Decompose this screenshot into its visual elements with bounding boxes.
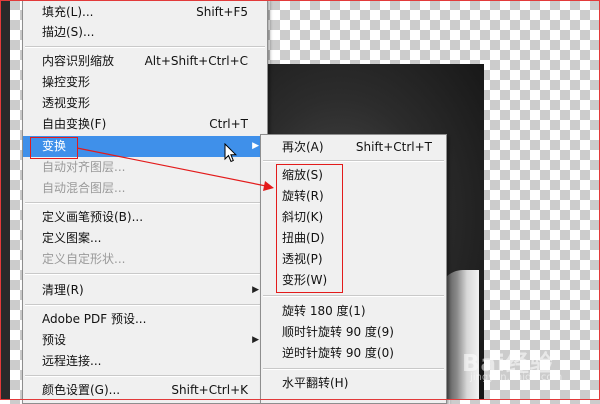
menu-item-define-pattern[interactable]: 定义图案... bbox=[23, 228, 267, 249]
menu-item-scale[interactable]: 缩放(S) bbox=[261, 165, 446, 186]
canvas-left-strip bbox=[0, 0, 10, 400]
menu-item-label: 顺时针旋转 90 度(9) bbox=[282, 325, 394, 339]
menu-item-label: 水平翻转(H) bbox=[282, 376, 349, 390]
menu-item-color-settings[interactable]: 颜色设置(G)... Shift+Ctrl+K bbox=[23, 380, 267, 401]
menu-item-skew[interactable]: 斜切(K) bbox=[261, 207, 446, 228]
menu-item-label: 颜色设置(G)... bbox=[42, 383, 121, 397]
menu-separator bbox=[25, 202, 265, 204]
menu-item-label: 逆时针旋转 90 度(0) bbox=[282, 346, 394, 360]
menu-item-label: 清理(R) bbox=[42, 283, 84, 297]
submenu-arrow-icon: ▶ bbox=[252, 285, 259, 295]
menu-item-label: 透视(P) bbox=[282, 252, 323, 266]
edit-menu: 填充(L)... Shift+F5 描边(S)... 内容识别缩放 Alt+Sh… bbox=[22, 0, 268, 404]
menu-item-label: 扭曲(D) bbox=[282, 231, 325, 245]
menu-item-label: 描边(S)... bbox=[42, 25, 95, 39]
menu-item-label: Adobe PDF 预设... bbox=[42, 312, 147, 326]
menu-separator bbox=[263, 160, 444, 162]
menu-item-label: 定义画笔预设(B)... bbox=[42, 210, 144, 224]
menu-item-label: 斜切(K) bbox=[282, 210, 324, 224]
menu-separator bbox=[263, 295, 444, 297]
menu-item-auto-blend-layers: 自动混合图层... bbox=[23, 178, 267, 199]
menu-separator bbox=[25, 375, 265, 377]
menu-item-rotate[interactable]: 旋转(R) bbox=[261, 186, 446, 207]
menu-item-define-custom-shape: 定义自定形状... bbox=[23, 249, 267, 270]
menu-item-puppet-warp[interactable]: 操控变形 bbox=[23, 72, 267, 93]
menu-item-fill[interactable]: 填充(L)... Shift+F5 bbox=[23, 2, 267, 23]
menu-item-again[interactable]: 再次(A) Shift+Ctrl+T bbox=[261, 137, 446, 158]
menu-item-warp[interactable]: 变形(W) bbox=[261, 270, 446, 291]
menu-item-perspective-warp[interactable]: 透视变形 bbox=[23, 93, 267, 114]
menu-item-label: 自动对齐图层... bbox=[42, 160, 126, 174]
menu-item-label: 远程连接... bbox=[42, 354, 102, 368]
menu-item-distort[interactable]: 扭曲(D) bbox=[261, 228, 446, 249]
menu-separator bbox=[263, 368, 444, 370]
menu-item-shortcut: Alt+Shift+Ctrl+C bbox=[144, 54, 248, 68]
menu-item-label: 透视变形 bbox=[42, 96, 91, 110]
menu-item-label: 再次(A) bbox=[282, 140, 324, 154]
menu-item-shortcut: Ctrl+T bbox=[209, 117, 248, 131]
menu-item-flip-horizontal[interactable]: 水平翻转(H) bbox=[261, 373, 446, 394]
menu-item-rotate-90-cw[interactable]: 顺时针旋转 90 度(9) bbox=[261, 322, 446, 343]
menu-item-adobe-pdf-presets[interactable]: Adobe PDF 预设... bbox=[23, 309, 267, 330]
mouse-pointer-icon bbox=[224, 143, 238, 163]
menu-item-label: 填充(L)... bbox=[42, 5, 94, 19]
menu-item-purge[interactable]: 清理(R) ▶ bbox=[23, 280, 267, 301]
menu-item-label: 定义自定形状... bbox=[42, 252, 126, 266]
menu-item-content-aware-scale[interactable]: 内容识别缩放 Alt+Shift+Ctrl+C bbox=[23, 51, 267, 72]
submenu-arrow-icon: ▶ bbox=[252, 335, 259, 345]
menu-item-perspective[interactable]: 透视(P) bbox=[261, 249, 446, 270]
menu-item-presets[interactable]: 预设 ▶ bbox=[23, 330, 267, 351]
menu-item-label: 旋转(R) bbox=[282, 189, 324, 203]
menu-item-free-transform[interactable]: 自由变换(F) Ctrl+T bbox=[23, 114, 267, 135]
menu-item-rotate-180[interactable]: 旋转 180 度(1) bbox=[261, 301, 446, 322]
menu-item-label: 变换 bbox=[42, 139, 67, 153]
menu-item-label: 变形(W) bbox=[282, 273, 328, 287]
menu-separator bbox=[25, 304, 265, 306]
menu-item-rotate-90-ccw[interactable]: 逆时针旋转 90 度(0) bbox=[261, 343, 446, 364]
menu-item-label: 预设 bbox=[42, 333, 67, 347]
menu-item-define-brush-preset[interactable]: 定义画笔预设(B)... bbox=[23, 207, 267, 228]
menu-item-remote-connections[interactable]: 远程连接... bbox=[23, 351, 267, 372]
menu-item-label: 旋转 180 度(1) bbox=[282, 304, 366, 318]
menu-item-shortcut: Shift+F5 bbox=[196, 5, 248, 19]
menu-item-label: 缩放(S) bbox=[282, 168, 323, 182]
menu-item-label: 自动混合图层... bbox=[42, 181, 126, 195]
menu-item-label: 内容识别缩放 bbox=[42, 54, 115, 68]
menu-item-label: 操控变形 bbox=[42, 75, 91, 89]
menu-item-label: 定义图案... bbox=[42, 231, 102, 245]
menu-item-shortcut: Shift+Ctrl+T bbox=[355, 140, 432, 154]
watermark-url: jingyan.baidu.com bbox=[470, 372, 563, 383]
menu-separator bbox=[25, 46, 265, 48]
transform-submenu: 再次(A) Shift+Ctrl+T 缩放(S) 旋转(R) 斜切(K) 扭曲(… bbox=[260, 134, 447, 404]
menu-item-label: 自由变换(F) bbox=[42, 117, 107, 131]
submenu-arrow-icon: ▶ bbox=[252, 141, 259, 151]
menu-item-shortcut: Shift+Ctrl+K bbox=[171, 383, 248, 397]
menu-separator bbox=[25, 273, 265, 275]
menu-item-stroke[interactable]: 描边(S)... bbox=[23, 22, 267, 43]
